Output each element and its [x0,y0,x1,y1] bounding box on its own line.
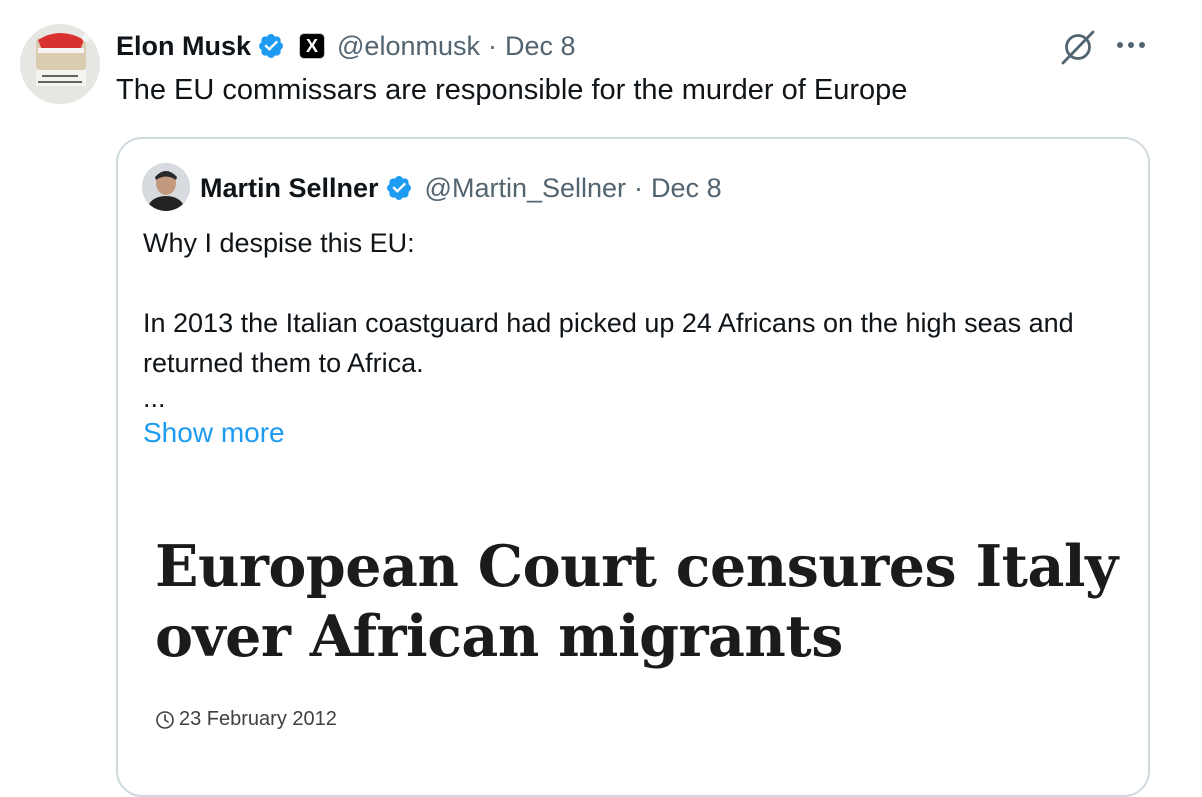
separator-dot: · [487,30,497,61]
grok-icon[interactable] [1058,26,1098,66]
quoted-tweet-header: Martin Sellner @Martin_Sellner · Dec 8 [200,168,722,208]
quoted-tweet-body: Why I despise this EU: In 2013 the Itali… [143,223,1133,453]
quoted-tweet-date: Dec 8 [651,172,722,203]
separator-dot: · [634,172,644,203]
tweet-date[interactable]: Dec 8 [505,31,576,62]
verified-badge-icon[interactable] [257,32,285,60]
quoted-text-line-1: Why I despise this EU: [143,228,415,258]
tweet-text: The EU commissars are responsible for th… [116,74,908,106]
verified-badge-icon [386,176,411,200]
quoted-author-handle[interactable]: @Martin_Sellner [425,173,627,204]
author-handle[interactable]: @elonmusk [337,31,480,62]
article-date: 23 February 2012 [155,708,337,731]
quoted-text-line-2: In 2013 the Italian coastguard had picke… [143,308,1074,378]
more-options-icon[interactable] [1113,30,1149,60]
clock-icon [156,710,174,729]
tweet-header: Elon Musk X @elonmusk · Dec 8 [116,28,576,64]
author-name[interactable]: Elon Musk [116,31,251,62]
ellipsis: ... [143,383,166,413]
quoted-author-name[interactable]: Martin Sellner [200,173,379,204]
x-logo-icon: X [299,33,326,59]
author-avatar[interactable] [20,24,100,104]
quoted-tweet-card[interactable]: Martin Sellner @Martin_Sellner · Dec 8 W… [116,137,1150,797]
article-date-text: 23 February 2012 [179,708,337,730]
quoted-author-avatar [142,163,190,211]
article-headline: European Court censures Italy over Afric… [155,533,1118,670]
show-more-link[interactable]: Show more [143,413,285,453]
